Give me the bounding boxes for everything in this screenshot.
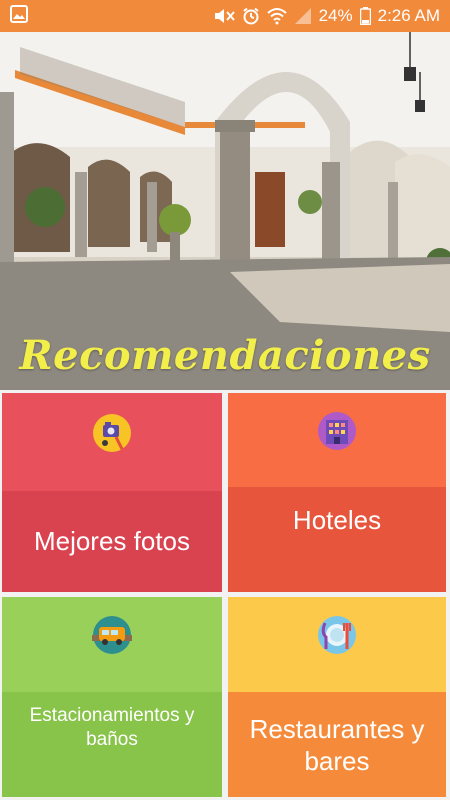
battery-icon (359, 7, 371, 25)
signal-icon (294, 7, 312, 25)
tile-mejores-fotos[interactable]: Mejores fotos (2, 393, 222, 592)
tile-label: Estacionamientos y baños (2, 692, 222, 797)
hotel-building-icon (317, 411, 357, 451)
alarm-icon (242, 7, 260, 25)
tile-label: Mejores fotos (2, 491, 222, 592)
tile-hoteles[interactable]: Hoteles (228, 393, 446, 592)
mute-icon (213, 7, 235, 25)
hero-banner: Recomendaciones (0, 32, 450, 390)
selfie-camera-icon (92, 413, 132, 453)
battery-percent: 24% (318, 6, 353, 25)
hero-title: Recomendaciones (19, 332, 431, 379)
tile-label: Restaurantes y bares (228, 692, 446, 797)
clock-time: 2:26 AM (377, 6, 440, 25)
tile-restaurantes-bares[interactable]: Restaurantes y bares (228, 597, 446, 797)
status-bar: 24% 2:26 AM (0, 0, 450, 32)
plate-cutlery-icon (317, 615, 357, 655)
gallery-notification-icon (10, 4, 28, 28)
bus-icon (92, 615, 132, 655)
wifi-icon (266, 7, 287, 25)
tile-estacionamientos-banos[interactable]: Estacionamientos y baños (2, 597, 222, 797)
tile-label: Hoteles (228, 487, 446, 592)
